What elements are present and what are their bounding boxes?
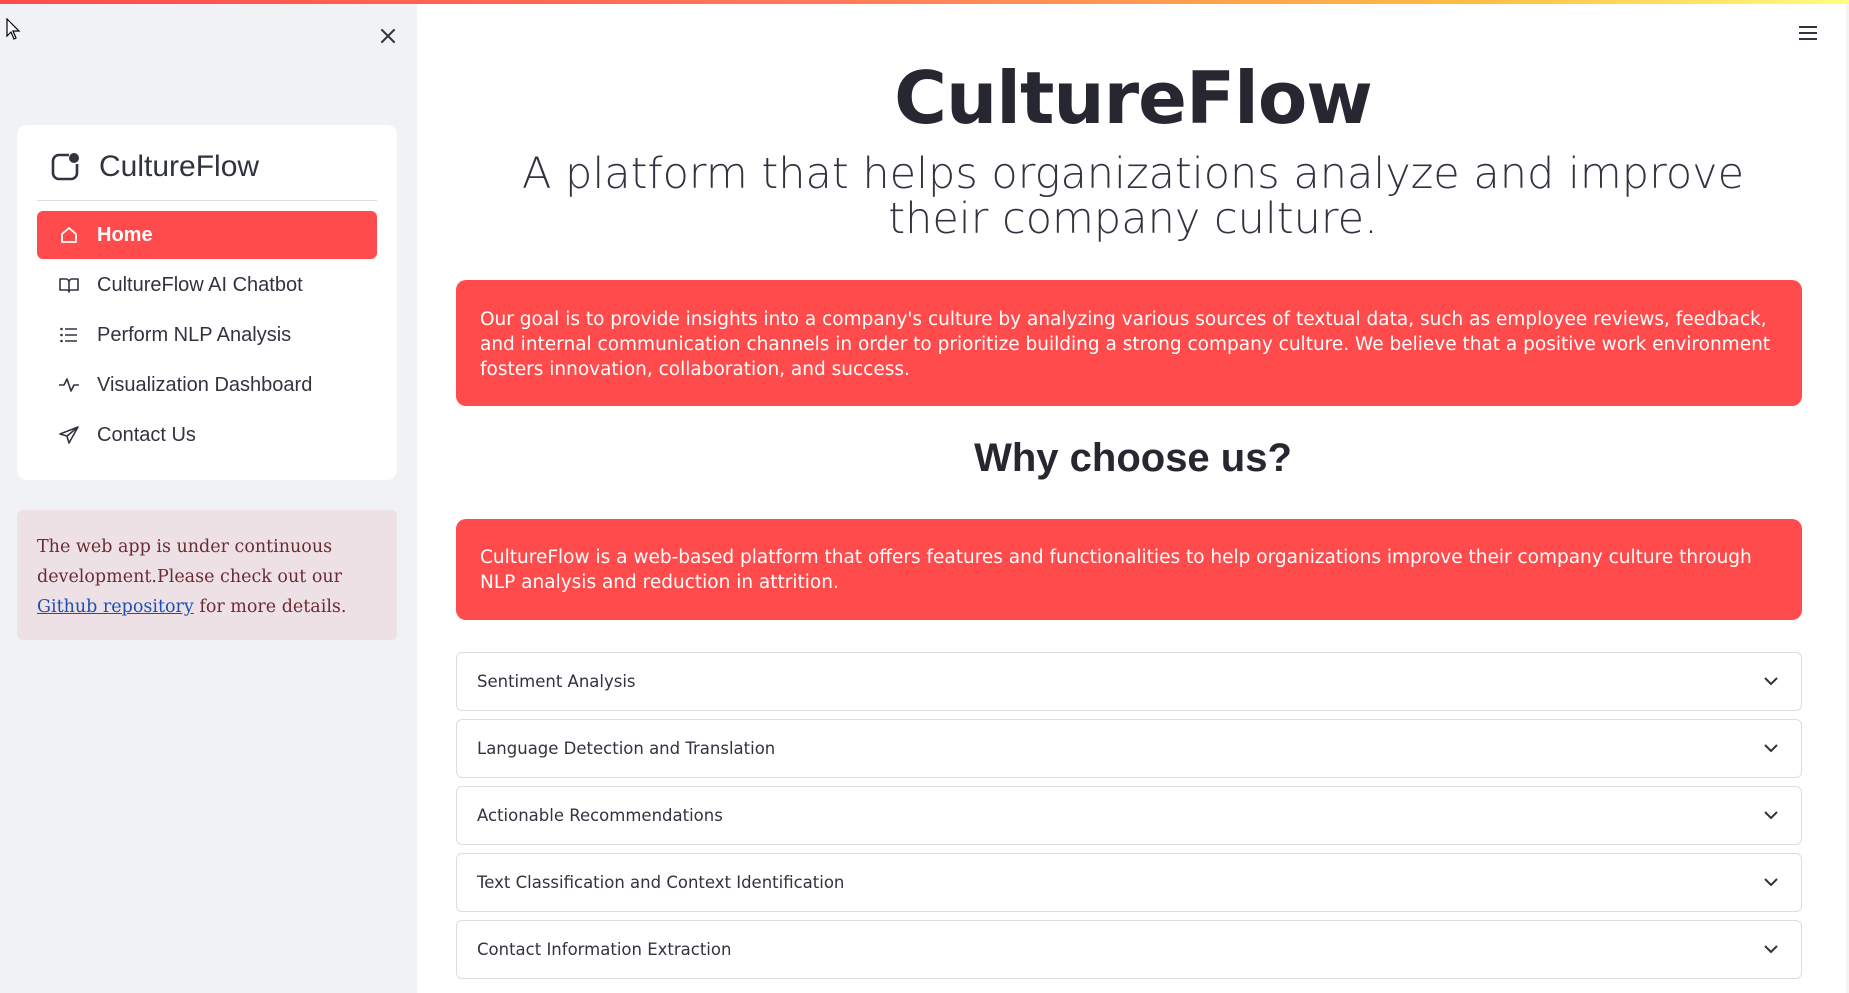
book-icon bbox=[57, 273, 81, 297]
why-choose-us-heading: Why choose us? bbox=[974, 436, 1292, 480]
mouse-cursor-icon bbox=[6, 18, 21, 40]
why-choose-us-box: CultureFlow is a web-based platform that… bbox=[456, 519, 1802, 620]
navigation-menu: CultureFlow Home CultureFlow AI Chatbot … bbox=[17, 125, 397, 480]
notice-text: The web app is under continuous developm… bbox=[37, 537, 342, 587]
chevron-down-icon bbox=[1761, 873, 1781, 893]
chevron-down-icon bbox=[1761, 672, 1781, 692]
notice-text-end: for more details. bbox=[193, 597, 347, 617]
chevron-down-icon bbox=[1761, 739, 1781, 759]
expander-text-classification[interactable]: Text Classification and Context Identifi… bbox=[456, 853, 1802, 912]
menu-item-visualization-dashboard[interactable]: Visualization Dashboard bbox=[37, 361, 377, 409]
menu-header: CultureFlow bbox=[37, 125, 377, 201]
main-menu-button[interactable] bbox=[1797, 24, 1819, 42]
hamburger-menu-icon bbox=[1799, 26, 1817, 40]
menu-item-label: Visualization Dashboard bbox=[97, 373, 313, 396]
development-notice: The web app is under continuous developm… bbox=[17, 510, 397, 640]
menu-item-home[interactable]: Home bbox=[37, 211, 377, 259]
why-text: CultureFlow is a web-based platform that… bbox=[480, 547, 1752, 593]
menu-list: Home CultureFlow AI Chatbot Perform NLP … bbox=[37, 211, 377, 459]
house-icon bbox=[57, 223, 81, 247]
expander-label: Contact Information Extraction bbox=[477, 940, 732, 959]
menu-item-chatbot[interactable]: CultureFlow AI Chatbot bbox=[37, 261, 377, 309]
header-decoration-bar bbox=[0, 0, 1849, 4]
chevron-down-icon bbox=[1761, 806, 1781, 826]
features-list: Sentiment Analysis Language Detection an… bbox=[456, 652, 1802, 987]
menu-item-label: CultureFlow AI Chatbot bbox=[97, 273, 303, 296]
expander-sentiment-analysis[interactable]: Sentiment Analysis bbox=[456, 652, 1802, 711]
sidebar: CultureFlow Home CultureFlow AI Chatbot … bbox=[0, 0, 417, 993]
chevron-down-icon bbox=[1761, 940, 1781, 960]
expander-contact-extraction[interactable]: Contact Information Extraction bbox=[456, 920, 1802, 979]
goal-text: Our goal is to provide insights into a c… bbox=[480, 309, 1771, 380]
close-icon bbox=[381, 29, 395, 43]
menu-item-label: Home bbox=[97, 223, 153, 246]
expander-language-detection[interactable]: Language Detection and Translation bbox=[456, 719, 1802, 778]
expander-actionable-recommendations[interactable]: Actionable Recommendations bbox=[456, 786, 1802, 845]
menu-item-label: Perform NLP Analysis bbox=[97, 323, 292, 346]
expander-label: Sentiment Analysis bbox=[477, 672, 636, 691]
menu-title: CultureFlow bbox=[99, 149, 260, 183]
expander-label: Language Detection and Translation bbox=[477, 739, 776, 758]
menu-item-contact-us[interactable]: Contact Us bbox=[37, 411, 377, 459]
activity-icon bbox=[57, 373, 81, 397]
expander-label: Actionable Recommendations bbox=[477, 806, 723, 825]
close-sidebar-button[interactable] bbox=[374, 22, 402, 50]
github-repository-link[interactable]: Github repository bbox=[37, 597, 194, 617]
page-title: CultureFlow bbox=[894, 56, 1373, 140]
send-icon bbox=[57, 423, 81, 447]
menu-item-label: Contact Us bbox=[97, 423, 196, 446]
app-logo-icon bbox=[51, 152, 79, 180]
menu-item-nlp-analysis[interactable]: Perform NLP Analysis bbox=[37, 311, 377, 359]
main-content: CultureFlow A platform that helps organi… bbox=[417, 0, 1849, 993]
list-icon bbox=[57, 323, 81, 347]
goal-statement-box: Our goal is to provide insights into a c… bbox=[456, 280, 1802, 406]
expander-label: Text Classification and Context Identifi… bbox=[477, 873, 845, 892]
page-subtitle: A platform that helps organizations anal… bbox=[521, 149, 1745, 244]
